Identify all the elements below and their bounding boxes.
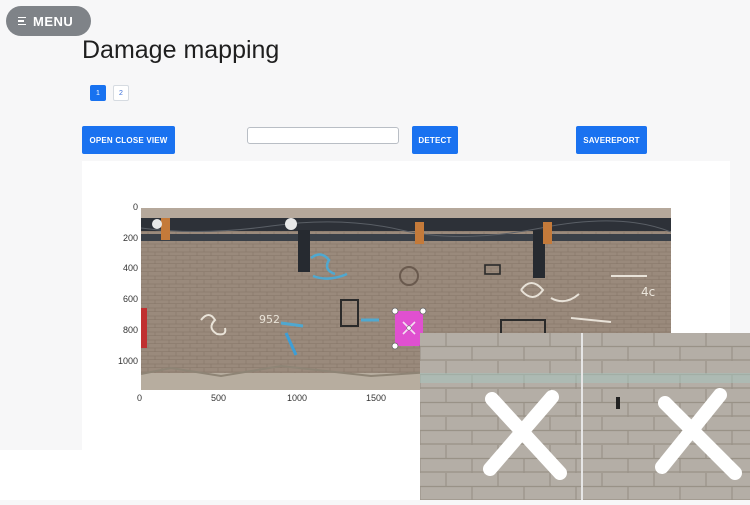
detect-button[interactable]: DETECT — [412, 126, 458, 154]
y-tick-600: 600 — [122, 294, 138, 304]
page-title: Damage mapping — [82, 36, 280, 64]
hamburger-icon — [18, 17, 26, 25]
y-tick-1000: 1000 — [117, 356, 138, 366]
page-item-1[interactable]: 1 — [90, 85, 106, 101]
page-item-2[interactable]: 2 — [113, 85, 129, 101]
y-tick-200: 200 — [122, 233, 138, 243]
y-tick-0: 0 — [132, 202, 138, 212]
x-tick-1500: 1500 — [366, 393, 387, 403]
text-input[interactable] — [247, 127, 399, 144]
close-view-inset — [420, 333, 750, 500]
pagination: 1 2 — [90, 85, 129, 101]
svg-text:952: 952 — [259, 313, 280, 326]
open-close-view-button[interactable]: OPEN CLOSE VIEW — [82, 126, 175, 154]
menu-button[interactable]: MENU — [6, 6, 91, 36]
save-report-button[interactable]: SAVEREPORT — [576, 126, 647, 154]
x-tick-0: 0 — [137, 393, 143, 403]
svg-text:4c: 4c — [641, 285, 655, 299]
y-tick-400: 400 — [122, 263, 138, 273]
y-tick-800: 800 — [122, 325, 138, 335]
x-tick-1000: 1000 — [287, 393, 308, 403]
menu-label: MENU — [33, 13, 74, 29]
x-tick-500: 500 — [211, 393, 227, 403]
